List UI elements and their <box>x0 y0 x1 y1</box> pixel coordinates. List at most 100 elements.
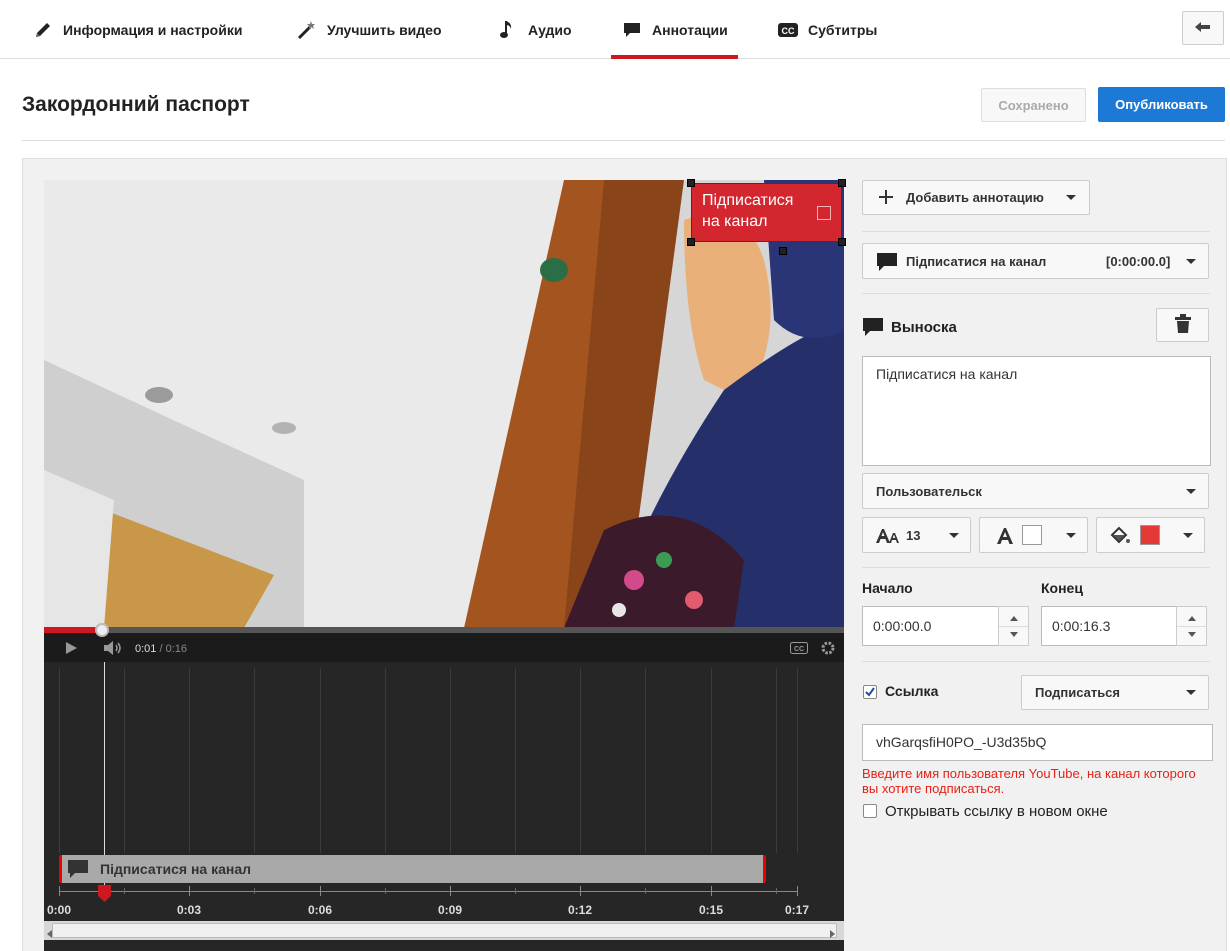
resize-handle[interactable] <box>838 179 846 187</box>
resize-handle[interactable] <box>687 238 695 246</box>
ruler-tick <box>450 886 451 896</box>
font-size-dropdown[interactable]: 13 <box>862 517 971 553</box>
timeline-gridline <box>580 668 581 853</box>
external-link-icon <box>817 206 831 220</box>
end-time-stepper[interactable] <box>1176 606 1207 646</box>
plus-icon <box>879 190 893 207</box>
start-time-stepper[interactable] <box>998 606 1029 646</box>
section-divider <box>862 231 1210 232</box>
svg-text:CC: CC <box>794 646 804 653</box>
play-icon[interactable] <box>64 641 78 658</box>
playhead-line <box>104 662 105 887</box>
start-time-label: Начало <box>862 580 913 596</box>
speech-bubble-icon <box>862 317 884 340</box>
channel-id-input[interactable]: vhGarqsfiH0PO_-U3d35bQ <box>862 724 1213 761</box>
tab-info-settings[interactable]: Информация и настройки <box>32 0 242 59</box>
tab-subtitles[interactable]: CC Субтитры <box>777 0 877 59</box>
saved-button[interactable]: Сохранено <box>981 88 1086 122</box>
annotation-bubble-text: Підписатися на канал <box>702 192 794 230</box>
arrow-down-icon[interactable] <box>1188 632 1196 637</box>
selected-annotation-label: Підписатися на канал <box>906 254 1047 269</box>
arrow-up-icon[interactable] <box>1188 616 1196 621</box>
chevron-down-icon <box>1186 489 1196 494</box>
progress-track[interactable] <box>44 627 844 633</box>
timeline-gridline <box>385 668 386 853</box>
music-note-icon <box>497 19 519 41</box>
speech-bubble-icon <box>876 252 898 275</box>
link-type-dropdown[interactable]: Подписаться <box>1021 675 1209 710</box>
back-button[interactable] <box>1182 11 1224 45</box>
scroll-right-icon[interactable] <box>830 926 836 941</box>
background-color-dropdown[interactable] <box>1096 517 1205 553</box>
progress-knob[interactable] <box>95 623 109 637</box>
scrollbar-thumb[interactable] <box>52 923 837 938</box>
resize-handle[interactable] <box>838 238 846 246</box>
arrow-down-icon[interactable] <box>1010 632 1018 637</box>
chevron-down-icon <box>1186 259 1196 264</box>
scroll-left-icon[interactable] <box>47 926 53 941</box>
stepper-divider <box>999 626 1028 627</box>
section-title: Выноска <box>891 319 957 336</box>
style-value: Пользовательск <box>876 484 982 499</box>
new-window-checkbox[interactable] <box>863 804 877 818</box>
tab-audio[interactable]: Аудио <box>497 0 572 59</box>
timeline-gridline <box>711 668 712 853</box>
time-display: 0:01 / 0:16 <box>135 643 187 655</box>
speech-bubble-icon <box>67 859 89 882</box>
captions-icon[interactable]: CC <box>790 642 808 657</box>
chevron-down-icon <box>1186 690 1196 695</box>
playhead-marker[interactable] <box>97 884 112 906</box>
end-time-input[interactable]: 0:00:16.3 <box>1041 606 1177 646</box>
current-time: 0:01 <box>135 643 157 655</box>
link-type-value: Подписаться <box>1035 685 1121 700</box>
video-preview[interactable] <box>44 180 844 628</box>
chevron-down-icon <box>1066 533 1076 538</box>
bubble-tail-handle[interactable] <box>779 247 787 255</box>
add-annotation-button[interactable]: Добавить аннотацию <box>862 180 1090 215</box>
style-dropdown[interactable]: Пользовательск <box>862 473 1209 509</box>
annotation-text-field[interactable]: Підписатися на канал <box>862 356 1211 466</box>
delete-button[interactable] <box>1156 308 1209 342</box>
progress-fill <box>44 627 102 633</box>
text-color-dropdown[interactable] <box>979 517 1088 553</box>
annotation-selector-dropdown[interactable]: Підписатися на канал [0:00:00.0] <box>862 243 1209 279</box>
header-divider <box>22 140 1225 141</box>
background-color-swatch <box>1140 525 1160 545</box>
svg-text:CC: CC <box>782 26 795 36</box>
add-annotation-label: Добавить аннотацию <box>906 190 1044 205</box>
ruler-tick <box>580 886 581 896</box>
top-navigation: Информация и настройки Улучшить видео Ау… <box>0 0 1230 59</box>
text-color-icon <box>996 526 1014 549</box>
section-divider <box>862 567 1210 568</box>
ruler-tick <box>797 886 798 896</box>
link-checkbox[interactable] <box>863 685 877 699</box>
ruler-label: 0:00 <box>46 903 72 917</box>
tab-label: Субтитры <box>808 21 878 38</box>
ruler-label: 0:15 <box>698 903 724 917</box>
trash-icon <box>1174 313 1192 337</box>
start-time-input[interactable]: 0:00:00.0 <box>862 606 999 646</box>
publish-button[interactable]: Опубликовать <box>1098 87 1225 122</box>
end-time-label: Конец <box>1041 580 1083 596</box>
timeline-gridline <box>254 668 255 853</box>
section-divider <box>862 293 1210 294</box>
ruler-minor-tick <box>515 888 516 894</box>
resize-handle[interactable] <box>687 179 695 187</box>
ruler-minor-tick <box>645 888 646 894</box>
ruler-label: 0:17 <box>784 903 810 917</box>
time-ruler <box>59 891 797 892</box>
timeline-gridline <box>320 668 321 853</box>
timeline-gridline <box>515 668 516 853</box>
ruler-label: 0:06 <box>307 903 333 917</box>
timeline-gridline <box>450 668 451 853</box>
tab-annotations[interactable]: Аннотации <box>611 0 738 59</box>
back-arrow-icon <box>1193 20 1213 37</box>
chevron-down-icon <box>1066 195 1076 200</box>
tab-enhance-video[interactable]: Улучшить видео <box>296 0 442 59</box>
duration-time: / 0:16 <box>156 643 187 655</box>
settings-gear-icon[interactable] <box>820 640 836 659</box>
volume-icon[interactable] <box>103 641 123 658</box>
ruler-label: 0:12 <box>567 903 593 917</box>
arrow-up-icon[interactable] <box>1010 616 1018 621</box>
tab-label: Аннотации <box>652 21 728 38</box>
